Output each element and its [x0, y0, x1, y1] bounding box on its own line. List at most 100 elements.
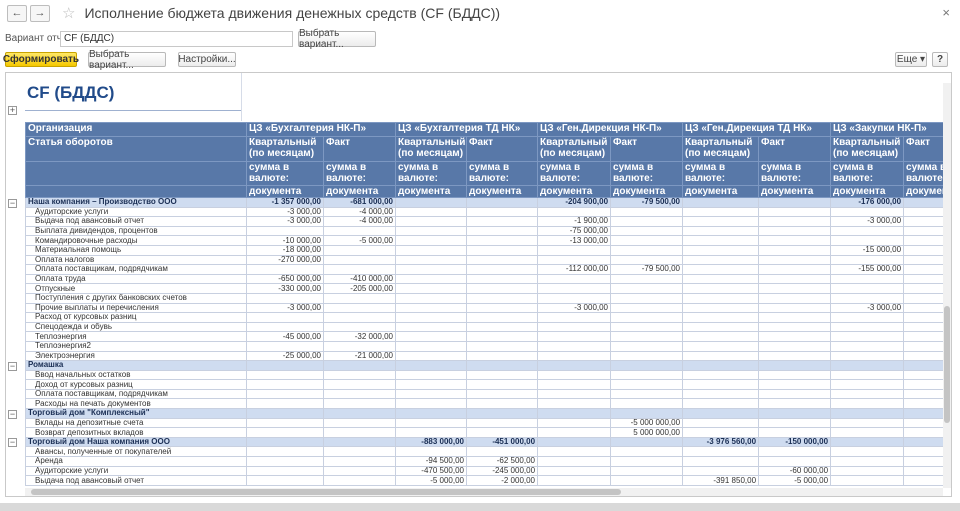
- value-cell[interactable]: [246, 408, 324, 419]
- group-row[interactable]: Наша компания – Производство ООО -1 357 0…: [25, 197, 943, 208]
- value-cell[interactable]: [537, 292, 612, 304]
- value-cell[interactable]: [246, 264, 324, 275]
- value-cell[interactable]: [465, 312, 539, 323]
- value-cell[interactable]: [610, 446, 684, 458]
- value-cell[interactable]: -1 357 000,00: [246, 197, 324, 208]
- value-cell[interactable]: -451 000,00: [465, 436, 539, 448]
- value-cell[interactable]: [395, 446, 467, 458]
- value-cell[interactable]: -13 000,00: [537, 235, 612, 246]
- table-row[interactable]: Расход от курсовых разниц: [25, 312, 943, 323]
- value-cell[interactable]: [830, 388, 905, 400]
- value-cell[interactable]: [395, 379, 467, 390]
- value-cell[interactable]: [610, 244, 684, 256]
- value-cell[interactable]: [682, 417, 760, 429]
- value-cell[interactable]: [537, 369, 612, 381]
- value-cell[interactable]: [395, 225, 467, 237]
- value-cell[interactable]: [395, 417, 467, 429]
- value-cell[interactable]: [537, 417, 612, 429]
- value-cell[interactable]: -62 500,00: [465, 456, 539, 467]
- value-cell[interactable]: [323, 225, 396, 237]
- value-cell[interactable]: [682, 331, 760, 342]
- value-cell[interactable]: [758, 408, 832, 419]
- value-cell[interactable]: [830, 206, 905, 218]
- collapse-group-icon[interactable]: −: [8, 361, 17, 371]
- table-row[interactable]: Выдача под авансовый отчет -5 000,00 -2 00…: [25, 475, 943, 486]
- value-cell[interactable]: [903, 360, 943, 371]
- value-cell[interactable]: [537, 456, 612, 467]
- help-button[interactable]: ?: [932, 52, 948, 67]
- value-cell[interactable]: [830, 427, 905, 438]
- value-cell[interactable]: [903, 369, 943, 381]
- value-cell[interactable]: [395, 302, 467, 314]
- value-cell[interactable]: [246, 427, 324, 438]
- table-row[interactable]: Поступления с других банковских счетов: [25, 292, 943, 304]
- value-cell[interactable]: [537, 360, 612, 371]
- value-cell[interactable]: [830, 350, 905, 362]
- value-cell[interactable]: -15 000,00: [830, 244, 905, 256]
- value-cell[interactable]: [758, 225, 832, 237]
- more-button[interactable]: Еще ▾: [895, 52, 927, 67]
- value-cell[interactable]: [682, 446, 760, 458]
- value-cell[interactable]: [610, 456, 684, 467]
- value-cell[interactable]: [903, 225, 943, 237]
- value-cell[interactable]: -3 000,00: [537, 302, 612, 314]
- value-cell[interactable]: [246, 417, 324, 429]
- value-cell[interactable]: [610, 235, 684, 246]
- value-cell[interactable]: [758, 244, 832, 256]
- group-row[interactable]: Торговый дом "Комплексный": [25, 408, 943, 419]
- value-cell[interactable]: [323, 436, 396, 448]
- value-cell[interactable]: -470 500,00: [395, 465, 467, 477]
- value-cell[interactable]: [465, 446, 539, 458]
- table-row[interactable]: Доход от курсовых разниц: [25, 379, 943, 390]
- value-cell[interactable]: [682, 321, 760, 333]
- table-row[interactable]: Возврат депозитных вкладов 5 000 000,00: [25, 427, 943, 438]
- table-row[interactable]: Выплата дивидендов, процентов -75 000,00: [25, 225, 943, 237]
- value-cell[interactable]: [610, 360, 684, 371]
- value-cell[interactable]: [830, 379, 905, 390]
- value-cell[interactable]: [323, 302, 396, 314]
- value-cell[interactable]: [903, 254, 943, 266]
- value-cell[interactable]: -270 000,00: [246, 254, 324, 266]
- value-cell[interactable]: [246, 379, 324, 390]
- value-cell[interactable]: [465, 292, 539, 304]
- value-cell[interactable]: [830, 436, 905, 448]
- value-cell[interactable]: [610, 388, 684, 400]
- value-cell[interactable]: [758, 456, 832, 467]
- value-cell[interactable]: [830, 446, 905, 458]
- value-cell[interactable]: [323, 369, 396, 381]
- value-cell[interactable]: [610, 408, 684, 419]
- value-cell[interactable]: [465, 417, 539, 429]
- value-cell[interactable]: [537, 254, 612, 266]
- value-cell[interactable]: [395, 292, 467, 304]
- value-cell[interactable]: [903, 340, 943, 352]
- value-cell[interactable]: [758, 350, 832, 362]
- value-cell[interactable]: [246, 369, 324, 381]
- value-cell[interactable]: [323, 340, 396, 352]
- value-cell[interactable]: [465, 216, 539, 227]
- value-cell[interactable]: [465, 254, 539, 266]
- value-cell[interactable]: [610, 292, 684, 304]
- value-cell[interactable]: [395, 360, 467, 371]
- value-cell[interactable]: -410 000,00: [323, 273, 396, 285]
- value-cell[interactable]: [903, 197, 943, 208]
- value-cell[interactable]: [903, 350, 943, 362]
- value-cell[interactable]: [830, 254, 905, 266]
- value-cell[interactable]: [537, 446, 612, 458]
- select-variant-top-button[interactable]: Выбрать вариант...: [298, 28, 376, 50]
- value-cell[interactable]: [682, 312, 760, 323]
- value-cell[interactable]: -45 000,00: [246, 331, 324, 342]
- value-cell[interactable]: [537, 350, 612, 362]
- value-cell[interactable]: [682, 197, 760, 208]
- value-cell[interactable]: -4 000,00: [323, 206, 396, 218]
- star-icon[interactable]: ☆: [62, 4, 75, 22]
- value-cell[interactable]: -18 000,00: [246, 244, 324, 256]
- value-cell[interactable]: -205 000,00: [323, 283, 396, 294]
- value-cell[interactable]: [758, 369, 832, 381]
- table-row[interactable]: Электроэнергия -25 000,00 -21 000,00: [25, 350, 943, 362]
- value-cell[interactable]: [903, 446, 943, 458]
- value-cell[interactable]: [537, 408, 612, 419]
- value-cell[interactable]: -5 000,00: [758, 475, 832, 486]
- forward-button[interactable]: →: [30, 4, 50, 22]
- table-row[interactable]: Аудиторские услуги -3 000,00 -4 000,00: [25, 206, 943, 218]
- value-cell[interactable]: [758, 283, 832, 294]
